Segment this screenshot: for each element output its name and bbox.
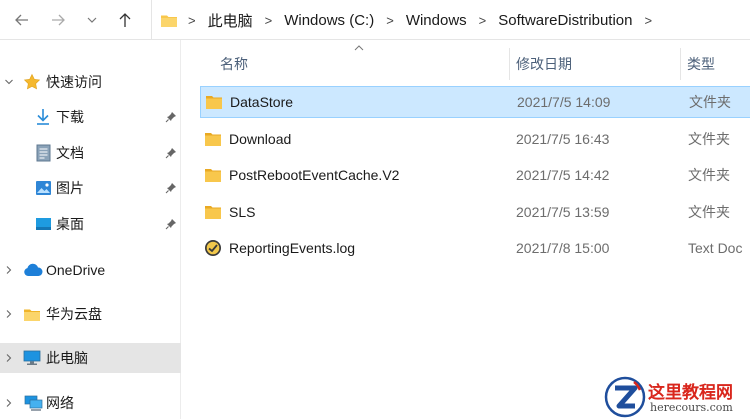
sidebar-item-label: 此电脑 (46, 350, 88, 366)
sidebar-item-downloads[interactable]: 下载 (0, 102, 181, 132)
file-date: 2021/7/5 13:59 (516, 204, 610, 220)
chevron-right-icon: > (264, 12, 273, 28)
column-header-type[interactable]: 类型 (687, 48, 715, 80)
file-name: DataStore (230, 94, 294, 110)
back-button[interactable] (10, 8, 34, 32)
sidebar-item-label: 图片 (56, 180, 84, 196)
sidebar-item-label: 华为云盘 (46, 306, 102, 322)
address-bar[interactable]: > 此电脑 > Windows (C:) > Windows > Softwar… (151, 0, 750, 40)
file-row-datastore[interactable]: DataStore 2021/7/5 14:09 文件夹 (200, 86, 750, 118)
chevron-right-icon: > (188, 12, 196, 28)
file-type: 文件夹 (689, 94, 731, 110)
sidebar-item-quick-access[interactable]: 快速访问 (0, 67, 181, 97)
chevron-down-icon (87, 17, 97, 23)
sidebar-item-network[interactable]: 网络 (0, 388, 181, 418)
sidebar-item-desktop[interactable]: 桌面 (0, 209, 181, 239)
file-row-download[interactable]: Download 2021/7/5 16:43 文件夹 (200, 124, 750, 156)
breadcrumb-c-drive[interactable]: Windows (C:) (284, 12, 374, 29)
file-type: 文件夹 (688, 204, 730, 220)
desktop-icon (34, 215, 52, 233)
sidebar-item-label: 网络 (46, 395, 74, 411)
chevron-down-icon[interactable] (4, 77, 14, 87)
file-type: 文件夹 (688, 131, 730, 147)
folder-icon (160, 13, 178, 28)
sidebar-item-onedrive[interactable]: OneDrive (0, 255, 181, 285)
folder-icon (205, 133, 221, 146)
recent-locations-button[interactable] (80, 8, 104, 32)
file-date: 2021/7/5 14:42 (516, 167, 610, 183)
watermark-title: 这里教程网 (648, 383, 733, 403)
file-row-postrebooteventcache[interactable]: PostRebootEventCache.V2 2021/7/5 14:42 文… (200, 160, 750, 192)
chevron-right-icon[interactable] (4, 265, 14, 275)
file-row-sls[interactable]: SLS 2021/7/5 13:59 文件夹 (200, 197, 750, 229)
sidebar-item-this-pc[interactable]: 此电脑 (0, 343, 181, 373)
sidebar-item-label: 下载 (56, 109, 84, 125)
sidebar-item-label: 快速访问 (46, 74, 102, 90)
chevron-right-icon: > (644, 12, 653, 28)
sort-ascending-icon (353, 44, 365, 52)
sidebar-item-label: 桌面 (56, 216, 84, 232)
file-name: ReportingEvents.log (229, 240, 356, 256)
folder-icon (205, 206, 221, 219)
pin-icon[interactable] (164, 217, 178, 231)
file-name: SLS (229, 204, 256, 220)
cloud-icon (23, 261, 43, 279)
file-date: 2021/7/5 14:09 (517, 94, 611, 110)
file-date: 2021/7/5 16:43 (516, 131, 610, 147)
forward-button[interactable] (46, 8, 70, 32)
file-name: Download (229, 131, 292, 147)
file-name: PostRebootEventCache.V2 (229, 167, 400, 183)
chevron-right-icon[interactable] (4, 398, 14, 408)
column-header-name[interactable]: 名称 (220, 48, 248, 80)
sidebar-item-huawei-cloud[interactable]: 华为云盘 (0, 299, 181, 329)
download-icon (34, 108, 52, 126)
sidebar-item-label: OneDrive (46, 262, 106, 278)
arrow-right-icon (52, 14, 65, 26)
sidebar-item-documents[interactable]: 文档 (0, 138, 181, 168)
document-icon (34, 144, 52, 162)
breadcrumb-windows[interactable]: Windows (406, 12, 467, 29)
pin-icon[interactable] (164, 181, 178, 195)
chevron-right-icon[interactable] (4, 353, 14, 363)
column-divider[interactable] (680, 48, 681, 80)
pin-icon[interactable] (164, 146, 178, 160)
file-date: 2021/7/8 15:00 (516, 240, 610, 256)
breadcrumb-softwaredistribution[interactable]: SoftwareDistribution (498, 12, 632, 29)
chevron-right-icon: > (478, 12, 487, 28)
sidebar-item-pictures[interactable]: 图片 (0, 173, 181, 203)
folder-icon (206, 96, 222, 109)
chevron-right-icon: > (386, 12, 394, 28)
chevron-right-icon[interactable] (4, 309, 14, 319)
computer-icon (23, 349, 41, 367)
star-icon (23, 73, 41, 91)
navigation-pane: 快速访问 下载 文档 图片 桌面 OneDrive 华为云盘 此电脑 网络 (0, 40, 181, 419)
watermark-logo (604, 376, 646, 418)
watermark-url: herecours.com (650, 401, 733, 414)
log-file-icon (205, 240, 221, 256)
pin-icon[interactable] (164, 110, 178, 124)
up-button[interactable] (113, 8, 137, 32)
column-header-date[interactable]: 修改日期 (516, 48, 572, 80)
arrow-up-icon (119, 13, 131, 27)
column-divider[interactable] (509, 48, 510, 80)
file-list: 名称 修改日期 类型 DataStore 2021/7/5 14:09 文件夹 … (182, 40, 750, 419)
breadcrumb-this-pc[interactable]: 此电脑 (208, 10, 253, 31)
picture-icon (34, 179, 52, 197)
folder-icon (205, 169, 221, 182)
arrow-left-icon (15, 14, 28, 26)
network-icon (23, 394, 43, 412)
watermark: 这里教程网 herecours.com (604, 376, 750, 419)
file-type: Text Doc (688, 240, 743, 256)
sidebar-item-label: 文档 (56, 145, 84, 161)
file-row-reportingevents[interactable]: ReportingEvents.log 2021/7/8 15:00 Text … (200, 233, 750, 265)
file-type: 文件夹 (688, 167, 730, 183)
navigation-bar: > 此电脑 > Windows (C:) > Windows > Softwar… (0, 0, 750, 40)
folder-icon (23, 305, 41, 323)
